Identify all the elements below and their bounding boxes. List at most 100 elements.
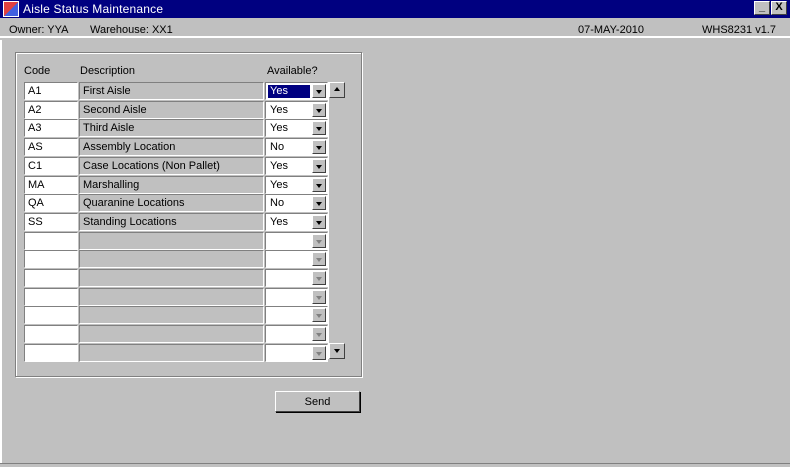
code-field[interactable]: A3 xyxy=(24,119,78,138)
code-field[interactable]: C1 xyxy=(24,156,78,175)
code-field[interactable] xyxy=(24,250,78,269)
description-field[interactable]: Marshalling xyxy=(79,175,264,194)
table-row xyxy=(24,250,328,269)
table-row: MA Marshalling Yes xyxy=(24,175,328,194)
code-column-header: Code xyxy=(24,65,51,77)
table-row: QA Quaranine Locations No xyxy=(24,194,328,213)
available-select[interactable] xyxy=(265,325,328,344)
send-button[interactable]: Send xyxy=(275,391,360,412)
available-select[interactable]: Yes xyxy=(265,82,328,100)
available-select[interactable] xyxy=(265,231,328,250)
context-bar: Owner: YYA Warehouse: XX1 07-MAY-2010 WH… xyxy=(0,20,790,38)
code-field[interactable]: A1 xyxy=(24,82,78,100)
scroll-up-button[interactable] xyxy=(329,82,345,98)
available-column-header: Available? xyxy=(267,65,318,77)
table-row: C1 Case Locations (Non Pallet) Yes xyxy=(24,156,328,175)
table-row xyxy=(24,269,328,287)
available-value: Yes xyxy=(270,215,288,228)
scroll-down-button[interactable] xyxy=(329,343,345,359)
table-row: SS Standing Locations Yes xyxy=(24,212,328,231)
description-field[interactable] xyxy=(79,250,264,269)
app-flag-icon[interactable] xyxy=(3,1,19,17)
available-select[interactable] xyxy=(265,250,328,269)
description-field[interactable]: Case Locations (Non Pallet) xyxy=(79,156,264,175)
minimize-button[interactable]: _ xyxy=(754,1,770,15)
available-value: No xyxy=(270,197,285,210)
description-field[interactable]: Standing Locations xyxy=(79,212,264,231)
chevron-down-icon[interactable] xyxy=(312,177,326,192)
description-column-header: Description xyxy=(80,65,136,77)
description-field[interactable] xyxy=(79,343,264,362)
available-select[interactable]: Yes xyxy=(265,100,328,119)
chevron-down-icon[interactable] xyxy=(312,84,326,98)
warehouse-label: Warehouse: XX1 xyxy=(90,24,173,36)
available-value: No xyxy=(270,141,285,154)
code-field[interactable] xyxy=(24,325,78,344)
table-row xyxy=(24,231,328,250)
chevron-down-icon[interactable] xyxy=(312,102,326,117)
code-field[interactable] xyxy=(24,231,78,250)
table-row: A1 First Aisle Yes xyxy=(24,82,328,100)
scroll-track[interactable] xyxy=(329,98,345,343)
chevron-down-icon[interactable] xyxy=(312,345,326,360)
chevron-down-icon[interactable] xyxy=(312,233,326,248)
available-value: Yes xyxy=(270,178,288,191)
title-bar: Aisle Status Maintenance _ X xyxy=(0,0,790,18)
chevron-down-icon[interactable] xyxy=(312,252,326,267)
description-field[interactable]: Assembly Location xyxy=(79,138,264,157)
code-field[interactable] xyxy=(24,343,78,362)
code-field[interactable] xyxy=(24,306,78,325)
available-value: Yes xyxy=(268,85,310,98)
window-border xyxy=(0,40,3,465)
available-select[interactable]: Yes xyxy=(265,212,328,231)
description-field[interactable] xyxy=(79,306,264,325)
description-field[interactable]: Third Aisle xyxy=(79,119,264,138)
available-select[interactable] xyxy=(265,306,328,325)
chevron-down-icon[interactable] xyxy=(312,158,326,173)
chevron-down-icon[interactable] xyxy=(312,289,326,304)
program-version-label: WHS8231 v1.7 xyxy=(702,24,776,36)
table-row: A2 Second Aisle Yes xyxy=(24,100,328,119)
code-field[interactable] xyxy=(24,269,78,287)
date-label: 07-MAY-2010 xyxy=(578,24,645,36)
table-row: A3 Third Aisle Yes xyxy=(24,119,328,138)
available-select[interactable]: Yes xyxy=(265,175,328,194)
table-row xyxy=(24,306,328,325)
code-field[interactable]: SS xyxy=(24,212,78,231)
description-field[interactable] xyxy=(79,287,264,306)
table-row: AS Assembly Location No xyxy=(24,138,328,157)
chevron-down-icon[interactable] xyxy=(312,327,326,342)
available-select[interactable]: No xyxy=(265,194,328,213)
chevron-down-icon[interactable] xyxy=(312,196,326,211)
description-field[interactable] xyxy=(79,231,264,250)
code-field[interactable]: AS xyxy=(24,138,78,157)
code-field[interactable]: MA xyxy=(24,175,78,194)
available-value: Yes xyxy=(270,122,288,135)
available-select[interactable]: Yes xyxy=(265,156,328,175)
table-row xyxy=(24,343,328,362)
description-field[interactable]: First Aisle xyxy=(79,82,264,100)
code-field[interactable] xyxy=(24,287,78,306)
code-field[interactable]: A2 xyxy=(24,100,78,119)
chevron-down-icon[interactable] xyxy=(312,214,326,229)
table-scrollbar[interactable] xyxy=(328,82,345,359)
available-select[interactable] xyxy=(265,343,328,362)
available-value: Yes xyxy=(270,159,288,172)
available-select[interactable] xyxy=(265,287,328,306)
close-button[interactable]: X xyxy=(771,1,787,15)
description-field[interactable] xyxy=(79,325,264,344)
chevron-down-icon[interactable] xyxy=(312,140,326,155)
description-field[interactable]: Second Aisle xyxy=(79,100,264,119)
available-select[interactable]: No xyxy=(265,138,328,157)
available-select[interactable] xyxy=(265,269,328,287)
description-field[interactable] xyxy=(79,269,264,287)
chevron-down-icon[interactable] xyxy=(312,271,326,285)
chevron-down-icon[interactable] xyxy=(312,308,326,323)
available-value: Yes xyxy=(270,103,288,116)
owner-label: Owner: YYA xyxy=(9,24,69,36)
window-title: Aisle Status Maintenance xyxy=(23,2,164,16)
available-select[interactable]: Yes xyxy=(265,119,328,138)
chevron-down-icon[interactable] xyxy=(312,121,326,136)
description-field[interactable]: Quaranine Locations xyxy=(79,194,264,213)
code-field[interactable]: QA xyxy=(24,194,78,213)
